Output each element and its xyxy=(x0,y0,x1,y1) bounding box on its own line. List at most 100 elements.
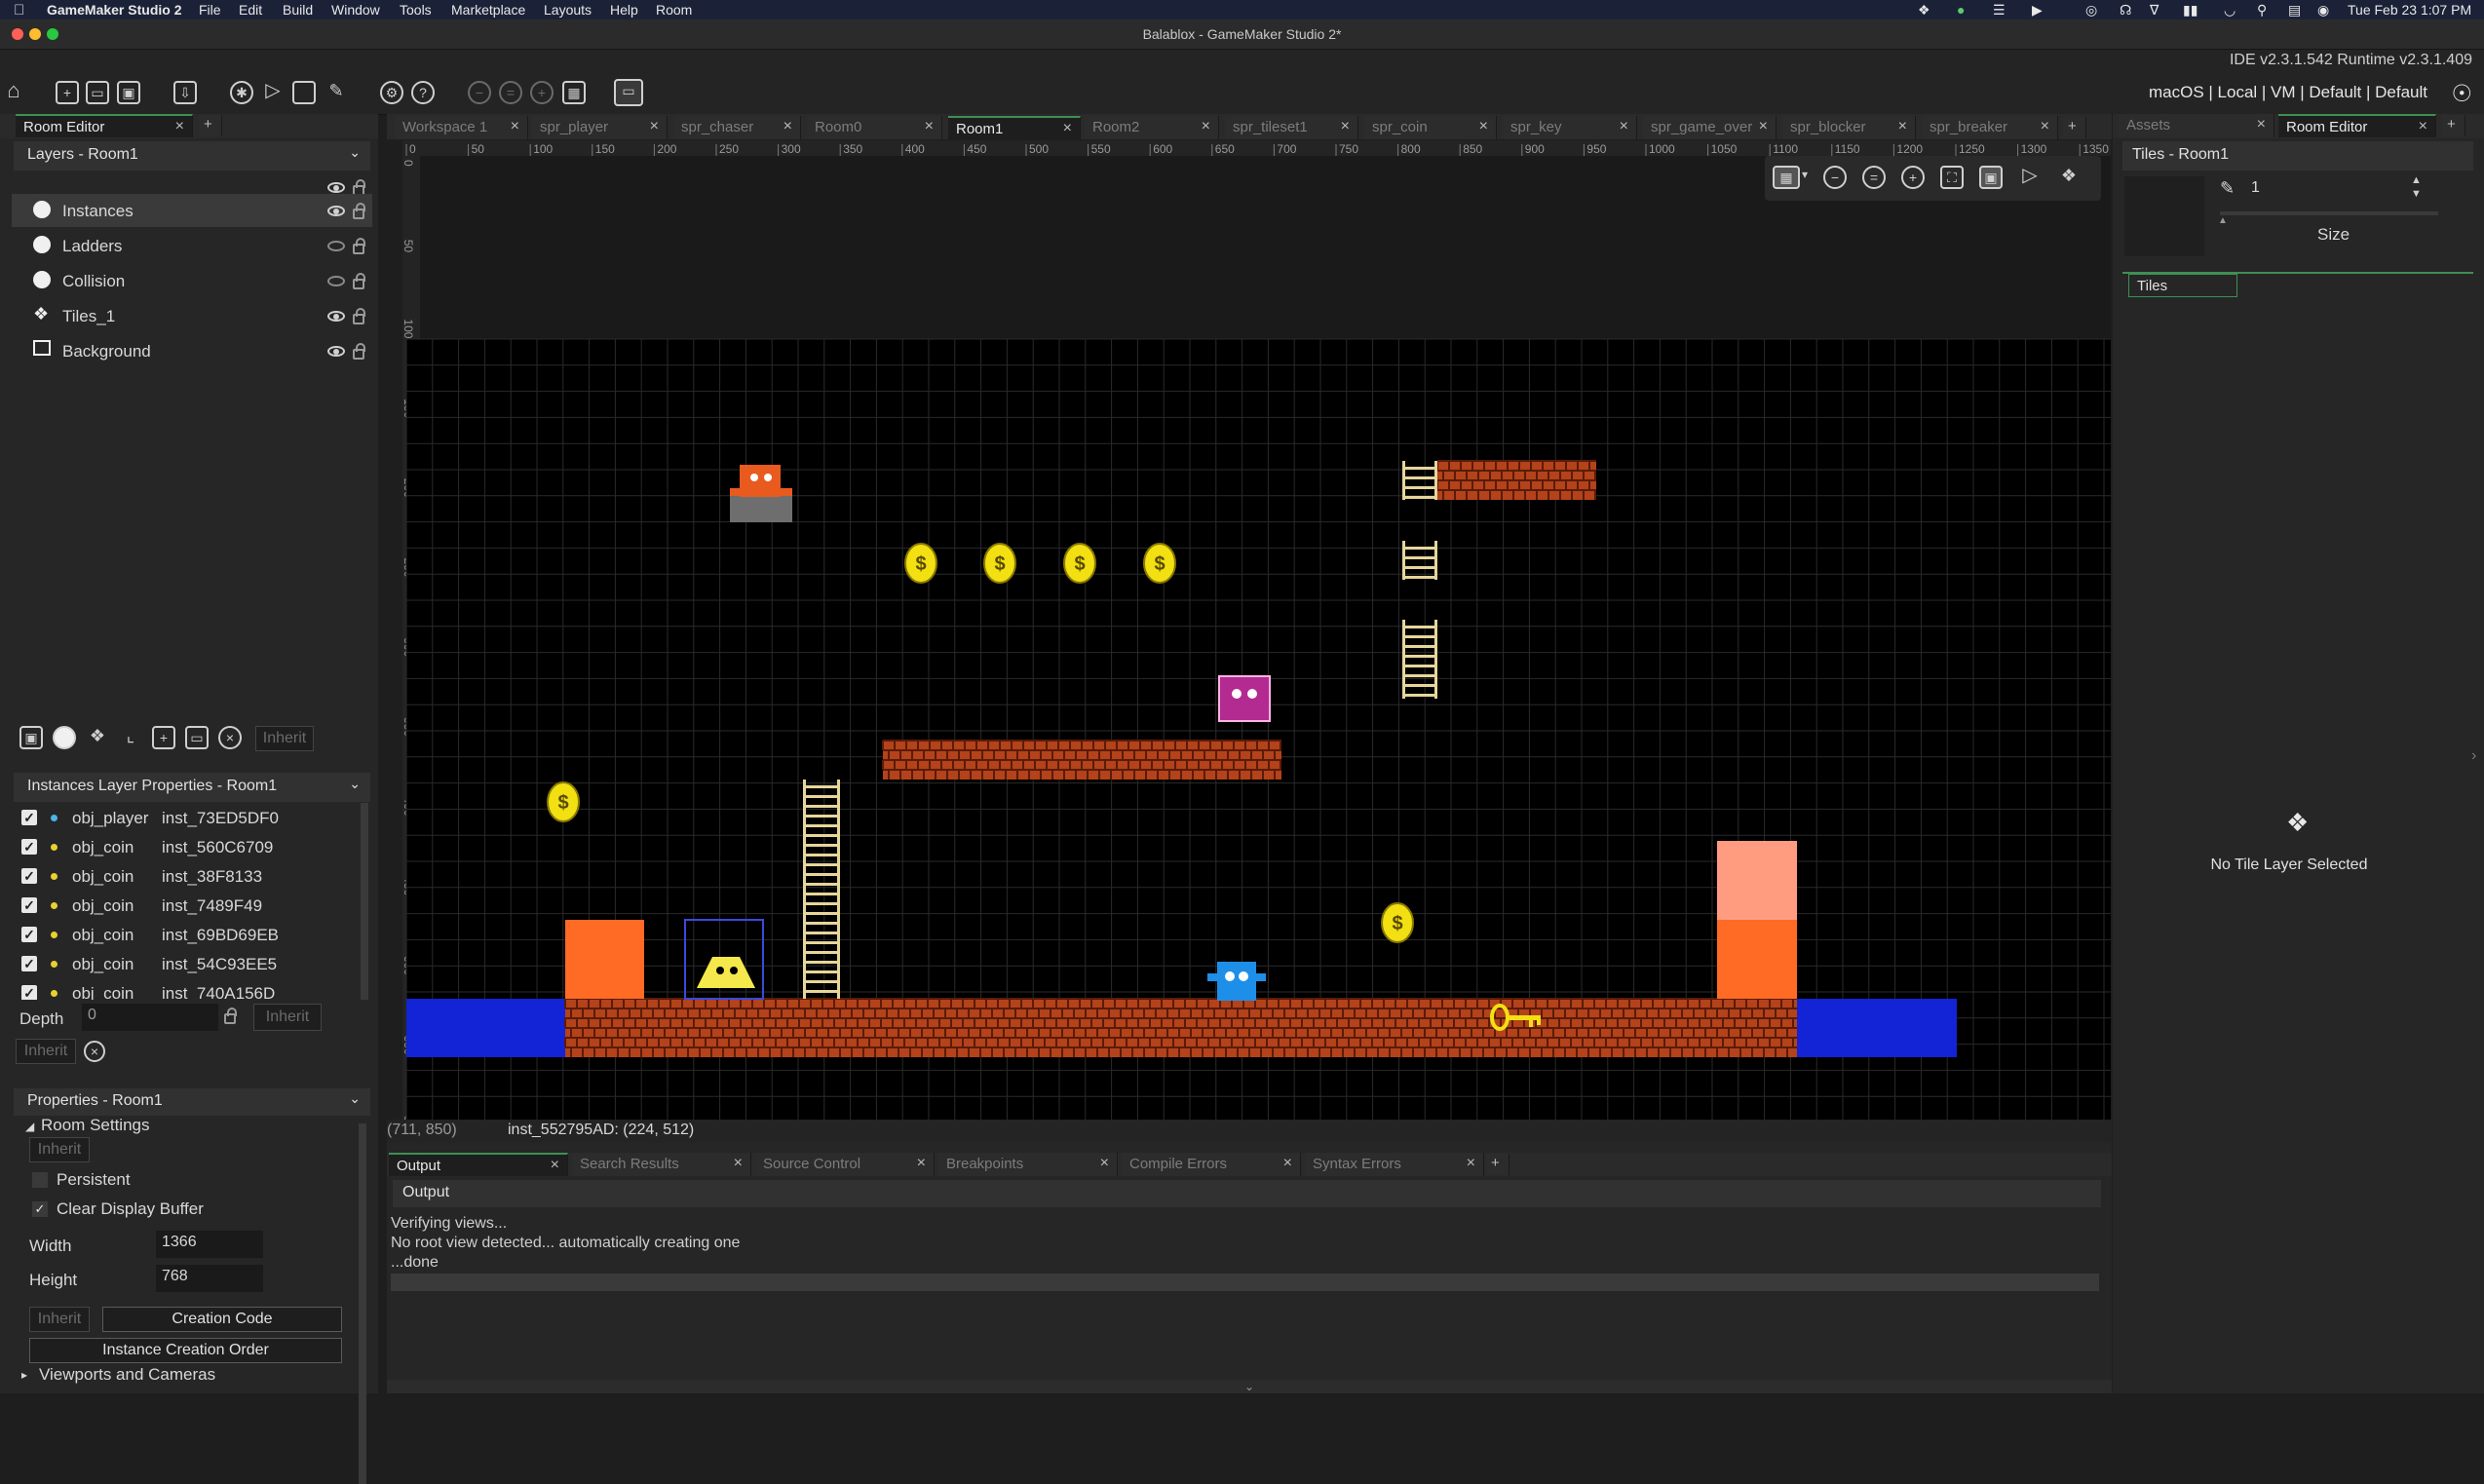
close-tab-icon[interactable]: × xyxy=(1100,1155,1109,1172)
apple-icon[interactable]:  xyxy=(14,2,24,19)
clean-icon[interactable]: ✎ xyxy=(325,81,348,104)
menu-edit[interactable]: Edit xyxy=(239,2,262,18)
battery-icon[interactable]: ▮▮ xyxy=(2183,2,2197,19)
add-tab-button[interactable]: + xyxy=(2063,117,2086,138)
close-tab-icon[interactable]: × xyxy=(917,1155,926,1172)
close-tab-icon[interactable]: × xyxy=(1467,1155,1475,1172)
tab-spr-breaker[interactable]: spr_breaker × xyxy=(1922,116,2058,139)
lock-icon[interactable] xyxy=(353,273,365,289)
depth-input[interactable]: 0 xyxy=(82,1004,218,1031)
add-tile-layer-icon[interactable]: ❖ xyxy=(86,726,109,749)
list-item[interactable]: ✓ obj_coin inst_54C93EE5 xyxy=(14,949,355,978)
save-icon[interactable]: ▣ xyxy=(117,81,140,104)
close-tab-icon[interactable]: × xyxy=(734,1155,743,1172)
clear-buffer-checkbox[interactable]: ✓ xyxy=(32,1201,48,1217)
control-center-icon[interactable]: ▤ xyxy=(2288,2,2301,19)
close-tab-icon[interactable]: × xyxy=(1898,118,1907,135)
wifi-icon[interactable]: ◡ xyxy=(2224,2,2236,19)
tab-spr-tileset1[interactable]: spr_tileset1 × xyxy=(1225,116,1358,139)
bluetooth-icon[interactable]: ∇ xyxy=(2150,2,2159,19)
checkbox[interactable]: ✓ xyxy=(21,985,37,1001)
lock-icon[interactable] xyxy=(353,343,365,360)
add-tab-button[interactable]: + xyxy=(199,115,222,136)
inherit-depth-button[interactable]: Inherit xyxy=(253,1004,322,1031)
tab-source-control[interactable]: Source Control × xyxy=(755,1153,935,1176)
eye-icon[interactable] xyxy=(327,182,345,193)
tab-room0[interactable]: Room0 × xyxy=(807,116,942,139)
stop-icon[interactable] xyxy=(292,81,316,104)
remove-inherit-icon[interactable]: × xyxy=(84,1041,105,1062)
list-icon[interactable]: ☰ xyxy=(1993,2,2006,19)
lock-icon[interactable] xyxy=(224,1008,237,1024)
tab-breakpoints[interactable]: Breakpoints × xyxy=(938,1153,1118,1176)
checkbox[interactable]: ✓ xyxy=(21,897,37,913)
expanded-triangle-icon[interactable]: ◢ xyxy=(25,1120,34,1133)
inherit-room-button[interactable]: Inherit xyxy=(29,1137,90,1162)
chevron-down-icon[interactable]: ▾ xyxy=(1802,168,1808,181)
chevron-down-icon[interactable]: ⌄ xyxy=(349,144,361,161)
close-tab-icon[interactable]: × xyxy=(1202,118,1210,135)
properties-scrollbar[interactable] xyxy=(359,1123,366,1484)
layer-row-instances[interactable]: Instances xyxy=(12,194,372,227)
close-tab-icon[interactable]: × xyxy=(1759,118,1768,135)
add-path-layer-icon[interactable]: ⌞ xyxy=(119,726,142,749)
menu-room[interactable]: Room xyxy=(656,2,692,18)
workspace-window-icon[interactable]: ▭ xyxy=(614,79,643,106)
lock-icon[interactable] xyxy=(353,238,365,254)
room-canvas[interactable]: 0 50 100 150 200 250 300 350 400 450 500 550 600 650 7… xyxy=(402,140,2111,1120)
menubar-clock[interactable]: Tue Feb 23 1:07 PM xyxy=(2348,2,2471,18)
delete-layer-icon[interactable]: × xyxy=(218,726,242,749)
room-view[interactable]: 0 50 100 150 200 250 300 350 400 450 500 550 600 650 7… xyxy=(402,140,2111,1120)
gear-icon[interactable]: ⚙ xyxy=(380,81,403,104)
layer-row-ladders[interactable]: Ladders xyxy=(12,229,372,262)
brush-size-input[interactable]: 1 xyxy=(2245,176,2409,202)
slider-handle-icon[interactable]: ▲ xyxy=(2218,215,2228,226)
eye-icon[interactable] xyxy=(327,311,345,322)
close-tab-icon[interactable]: × xyxy=(1620,118,1628,135)
close-tab-icon[interactable]: × xyxy=(1283,1155,1292,1172)
stepper-down-icon[interactable]: ▼ xyxy=(2411,188,2422,200)
help-icon[interactable]: ? xyxy=(411,81,435,104)
tab-search-results[interactable]: Search Results × xyxy=(572,1153,751,1176)
eye-closed-icon[interactable] xyxy=(327,276,345,286)
layer-row-collision[interactable]: Collision xyxy=(12,264,372,297)
close-tab-icon[interactable]: × xyxy=(175,118,184,135)
close-tab-icon[interactable]: × xyxy=(650,118,659,135)
tab-spr-player[interactable]: spr_player × xyxy=(532,116,668,139)
menu-window[interactable]: Window xyxy=(331,2,380,18)
close-tab-icon[interactable]: × xyxy=(2419,118,2427,135)
package-icon[interactable]: ⇩ xyxy=(173,81,197,104)
play-room-icon[interactable]: ▷ xyxy=(2018,166,2042,189)
tab-compile-errors[interactable]: Compile Errors × xyxy=(1122,1153,1301,1176)
chevron-down-icon[interactable]: ⌄ xyxy=(349,776,361,792)
viewports-section[interactable]: Viewports and Cameras xyxy=(39,1365,215,1385)
close-tab-icon[interactable]: × xyxy=(2257,116,2266,133)
play-status-icon[interactable]: ▶ xyxy=(2032,2,2043,19)
close-tab-icon[interactable]: × xyxy=(1063,120,1072,137)
tab-spr-chaser[interactable]: spr_chaser × xyxy=(673,116,801,139)
add-asset-layer-icon[interactable]: + xyxy=(152,726,175,749)
tab-spr-coin[interactable]: spr_coin × xyxy=(1364,116,1497,139)
search-icon[interactable]: ⚲ xyxy=(2257,2,2267,19)
zoom-out-icon[interactable]: − xyxy=(468,81,491,104)
zoom-reset-icon[interactable]: = xyxy=(1862,166,1886,189)
properties-header[interactable]: Properties - Room1 ⌄ xyxy=(14,1088,370,1116)
tab-tiles[interactable]: Tiles xyxy=(2128,274,2237,297)
open-folder-icon[interactable]: ▭ xyxy=(86,81,109,104)
add-folder-icon[interactable]: ▭ xyxy=(185,726,209,749)
frame-room-icon[interactable]: ▣ xyxy=(1979,166,2003,189)
chevron-down-icon[interactable]: ⌄ xyxy=(349,1090,361,1107)
tab-workspace-1[interactable]: Workspace 1 × xyxy=(395,116,528,139)
grid-icon[interactable]: ▦ xyxy=(1773,166,1800,189)
room-height-input[interactable]: 768 xyxy=(156,1265,263,1292)
list-item[interactable]: ✓ obj_coin inst_69BD69EB xyxy=(14,920,355,949)
eye-icon[interactable] xyxy=(327,346,345,357)
tab-spr-key[interactable]: spr_key × xyxy=(1503,116,1637,139)
list-item[interactable]: ✓ obj_player inst_73ED5DF0 xyxy=(14,803,355,832)
creation-code-button[interactable]: Creation Code xyxy=(102,1307,342,1332)
inherit-instances-button[interactable]: Inherit xyxy=(16,1039,76,1064)
record-icon[interactable]: ◎ xyxy=(2085,2,2097,19)
run-icon[interactable]: ▷ xyxy=(261,81,285,104)
menu-layouts[interactable]: Layouts xyxy=(544,2,592,18)
target-selector[interactable]: macOS | Local | VM | Default | Default xyxy=(2149,83,2427,102)
